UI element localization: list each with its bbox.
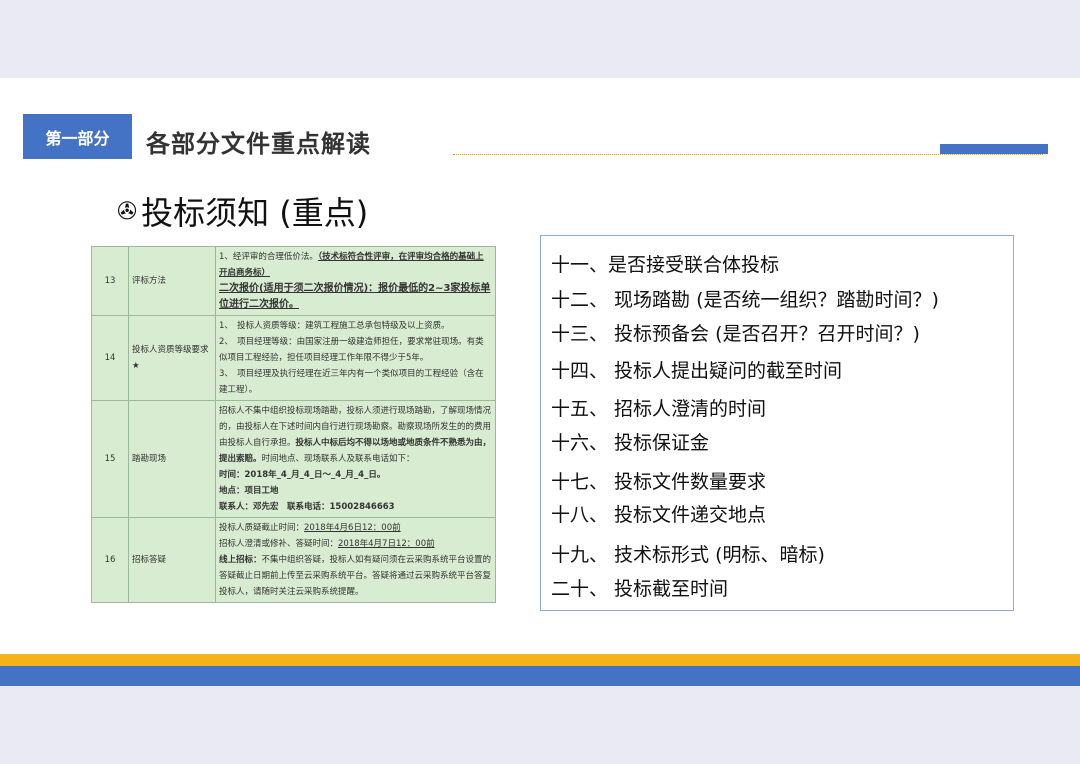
content-text: 2、 项目经理等级：由国家注册一级建造师担任，要求常驻现场。有类似项目工程经验，…	[219, 337, 484, 363]
list-item: 十四、 投标人提出疑问的截至时间	[551, 360, 843, 382]
content-line: 2、 项目经理等级：由国家注册一级建造师担任，要求常驻现场。有类似项目工程经验，…	[219, 334, 492, 366]
list-item: 十二、 现场踏勘 (是否统一组织？踏勘时间？)	[551, 289, 939, 311]
content-text: 线上招标：	[219, 555, 262, 565]
row-item: 投标人资质等级要求★	[128, 315, 216, 401]
content-text: 3、 项目经理及执行经理在近三年内有一个类似项目的工程经验（含在建工程）。	[219, 369, 484, 395]
content-line: 3、 项目经理及执行经理在近三年内有一个类似项目的工程经验（含在建工程）。	[219, 366, 492, 398]
row-number: 16	[91, 517, 129, 603]
content-line: 线上招标：不集中组织答疑，投标人如有疑问须在云采购系统平台设置的答疑截止日期前上…	[219, 552, 492, 600]
list-item: 十九、 技术标形式 (明标、暗标)	[551, 544, 825, 566]
content-text: 招标人澄清或修补、答疑时间：	[219, 539, 339, 549]
row-content: 投标人质疑截止时间：2018年4月6日12：00前 招标人澄清或修补、答疑时间：2…	[215, 517, 496, 603]
list-item: 十三、 投标预备会 (是否召开？召开时间？)	[551, 323, 920, 345]
row-content: 招标人不集中组织投标现场踏勘，投标人须进行现场踏勘，了解现场情况的，由投标人在下…	[215, 400, 496, 518]
content-text: 联系人：邓先宏 联系电话：15002846663	[219, 502, 395, 512]
bullet-icon: ✇	[117, 197, 138, 225]
content-text: 2018年4月7日12：00前	[338, 539, 435, 549]
footer-bar-orange	[0, 654, 1080, 666]
table-row: 16 招标答疑 投标人质疑截止时间：2018年4月6日12：00前 招标人澄清或修补、…	[91, 517, 496, 603]
content-text: 投标人质疑截止时间：	[219, 523, 305, 533]
list-item: 十六、 投标保证金	[551, 432, 710, 454]
title-accent-block	[940, 144, 1048, 154]
table-row: 15 踏勘现场 招标人不集中组织投标现场踏勘，投标人须进行现场踏勘，了解现场情况的，…	[91, 400, 496, 518]
content-text: 1、经评审的合理低价法。	[219, 252, 318, 262]
content-text: 时间地点、现场联系人及联系电话如下：	[261, 454, 415, 464]
list-item: 十一、是否接受联合体投标	[551, 254, 780, 276]
row-number: 14	[91, 315, 129, 401]
main-heading-text: 投标须知 (重点)	[141, 194, 369, 232]
content-text: 二次报价(适用于须二次报价情况)：报价最低的2~3家投标单位进行二次报价。	[219, 283, 491, 310]
list-item: 十七、 投标文件数量要求	[551, 471, 767, 493]
list-item: 十五、 招标人澄清的时间	[551, 398, 767, 420]
content-text: 1、 投标人资质等级：建筑工程施工总承包特级及以上资质。	[219, 321, 450, 331]
content-text: 地点：项目工地	[219, 486, 279, 496]
table-row: 14 投标人资质等级要求★ 1、 投标人资质等级：建筑工程施工总承包特级及以上资质。…	[91, 315, 496, 401]
topic-list: 十一、是否接受联合体投标十二、 现场踏勘 (是否统一组织？踏勘时间？) 十三、 投…	[540, 235, 1014, 611]
content-line: 联系人：邓先宏 联系电话：15002846663	[219, 499, 492, 515]
rules-table: 13 评标方法 1、经评审的合理低价法。（技术标符合性评审，在评审均合格的基础上开启…	[91, 246, 496, 603]
main-heading: ✇ 投标须知 (重点)	[117, 188, 368, 234]
content-line: 投标人质疑截止时间：2018年4月6日12：00前	[219, 520, 492, 536]
title-divider	[453, 154, 1043, 155]
row-item: 评标方法	[128, 246, 216, 316]
content-line: 二次报价(适用于须二次报价情况)：报价最低的2~3家投标单位进行二次报价。	[219, 281, 492, 313]
section-tag: 第一部分	[23, 114, 132, 159]
row-item: 踏勘现场	[128, 400, 216, 518]
content-line: 1、 投标人资质等级：建筑工程施工总承包特级及以上资质。	[219, 318, 492, 334]
list-item: 二十、 投标截至时间	[551, 578, 729, 600]
rules-table-image: 13 评标方法 1、经评审的合理低价法。（技术标符合性评审，在评审均合格的基础上开启…	[91, 246, 496, 603]
table-row: 13 评标方法 1、经评审的合理低价法。（技术标符合性评审，在评审均合格的基础上开启…	[91, 246, 496, 316]
footer-bar-blue	[0, 666, 1080, 686]
list-item: 十八、 投标文件递交地点	[551, 504, 767, 526]
row-content: 1、经评审的合理低价法。（技术标符合性评审，在评审均合格的基础上开启商务标） 二次…	[215, 246, 496, 316]
content-line: 地点：项目工地	[219, 483, 492, 499]
row-content: 1、 投标人资质等级：建筑工程施工总承包特级及以上资质。 2、 项目经理等级：由国…	[215, 315, 496, 401]
content-text: 时间：2018年_4_月_4_日～_4_月_4_日。	[219, 470, 386, 480]
row-item: 招标答疑	[128, 517, 216, 603]
content-line: 招标人澄清或修补、答疑时间：2018年4月7日12：00前	[219, 536, 492, 552]
row-number: 15	[91, 400, 129, 518]
row-number: 13	[91, 246, 129, 316]
content-line: 1、经评审的合理低价法。（技术标符合性评审，在评审均合格的基础上开启商务标）	[219, 249, 492, 281]
content-line: 时间：2018年_4_月_4_日～_4_月_4_日。	[219, 467, 492, 483]
section-title: 各部分文件重点解读	[146, 130, 371, 158]
content-text: 2018年4月6日12：00前	[304, 523, 401, 533]
content-line: 招标人不集中组织投标现场踏勘，投标人须进行现场踏勘，了解现场情况的，由投标人在下…	[219, 403, 492, 467]
